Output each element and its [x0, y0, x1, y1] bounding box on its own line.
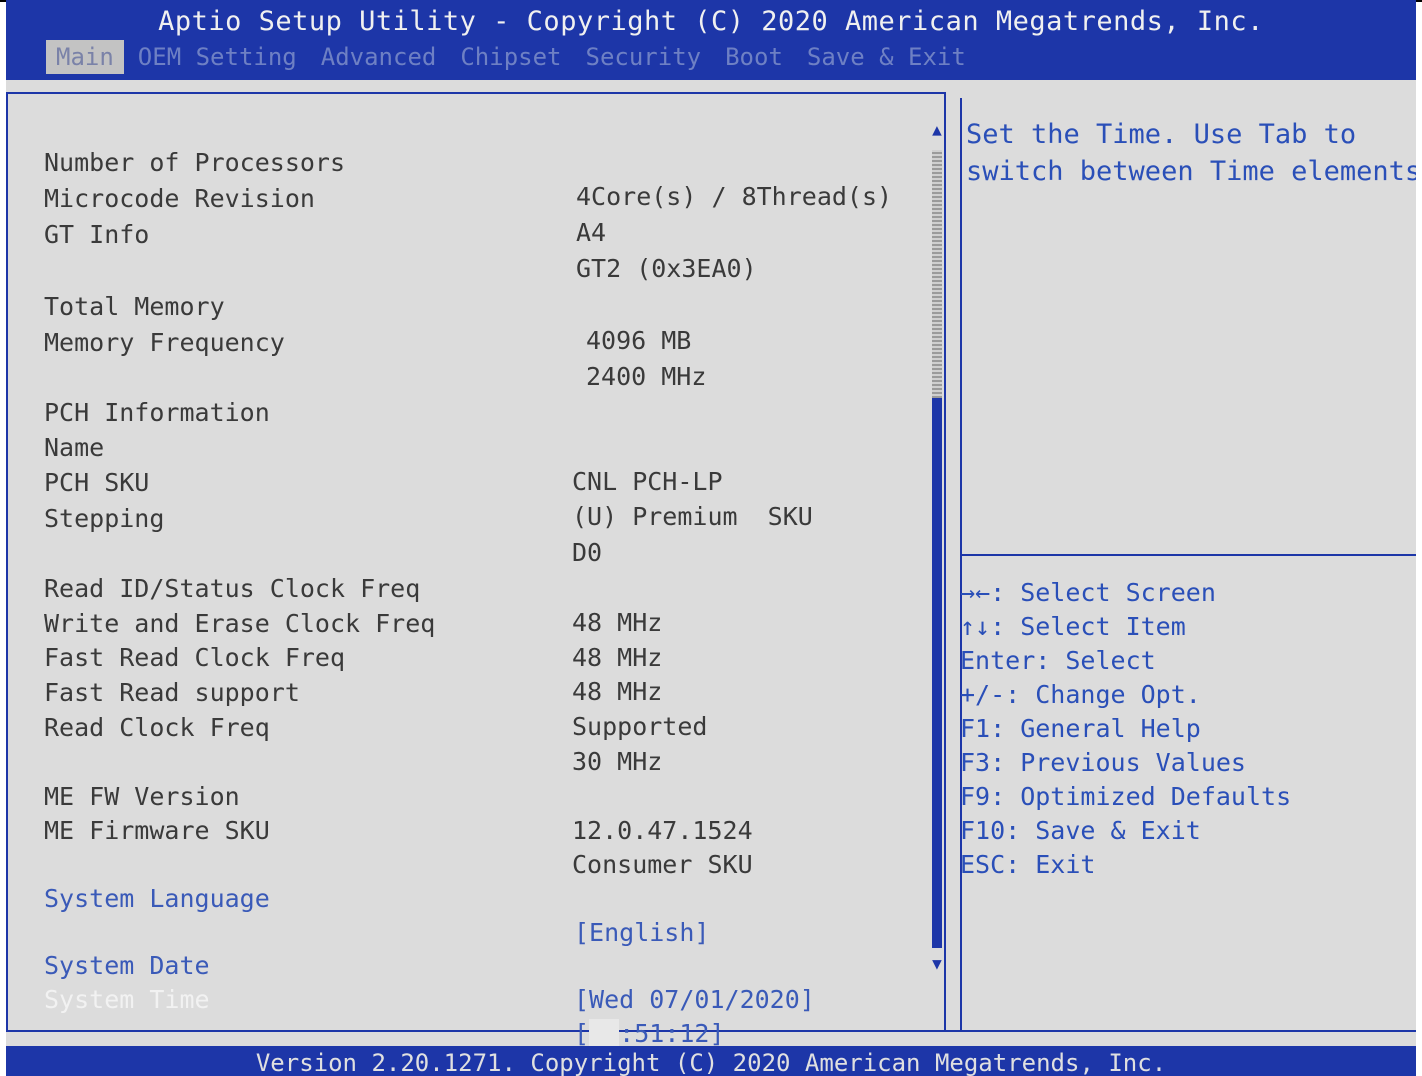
- panel-divider: [960, 98, 962, 1030]
- key-select-screen: →←: Select Screen: [960, 578, 1216, 607]
- row-value: A4: [576, 218, 607, 247]
- row-label: System Language: [44, 884, 270, 913]
- tab-advanced[interactable]: Advanced: [311, 40, 447, 74]
- tab-save-exit[interactable]: Save & Exit: [797, 40, 976, 74]
- row-value: 48 MHz: [572, 643, 663, 672]
- row-memory-frequency: Memory Frequency 2400 MHz: [6, 292, 706, 391]
- row-value: Supported: [572, 712, 708, 741]
- row-label: Stepping: [44, 504, 165, 533]
- row-read-id-status-clock-freq: Read ID/Status Clock Freq 48 MHz: [6, 538, 662, 637]
- scroll-track[interactable]: [932, 150, 942, 398]
- row-gt-info: GT Info GT2 (0x3EA0): [6, 184, 757, 283]
- row-fast-read-support: Fast Read support Supported: [6, 642, 707, 741]
- section-heading: PCH Information: [44, 398, 270, 427]
- key-change-opt: +/-: Change Opt.: [960, 680, 1201, 709]
- tab-boot[interactable]: Boot: [715, 40, 793, 74]
- row-label: Read ID/Status Clock Freq: [44, 574, 421, 603]
- row-label: Total Memory: [44, 292, 225, 321]
- tab-oem-setting[interactable]: OEM Setting: [128, 40, 307, 74]
- row-label: Read Clock Freq: [44, 713, 270, 742]
- tab-security[interactable]: Security: [576, 40, 712, 74]
- row-name: Name CNL PCH-LP: [6, 397, 723, 496]
- row-value: Consumer SKU: [572, 850, 753, 879]
- row-value: D0: [572, 538, 603, 567]
- row-value: 30 MHz: [572, 747, 663, 776]
- time-hour-field[interactable]: 13: [589, 1019, 620, 1048]
- row-label: System Time: [44, 985, 210, 1014]
- tab-main[interactable]: Main: [46, 40, 124, 74]
- row-me-firmware-sku: ME Firmware SKU Consumer SKU: [6, 780, 753, 879]
- row-write-erase-clock-freq: Write and Erase Clock Freq 48 MHz: [6, 573, 662, 672]
- version-text: Version 2.20.1271. Copyright (C) 2020 Am…: [255, 1049, 1167, 1076]
- time-rest: :51:12]: [619, 1019, 725, 1048]
- language-select[interactable]: [English]: [574, 916, 709, 950]
- key-previous-values: F3: Previous Values: [960, 748, 1246, 777]
- row-value: CNL PCH-LP: [572, 467, 723, 496]
- scroll-thumb[interactable]: [932, 398, 942, 948]
- row-fast-read-clock-freq: Fast Read Clock Freq 48 MHz: [6, 607, 662, 706]
- row-number-of-processors: Number of Processors 4Core(s) / 8Thread(…: [6, 112, 892, 211]
- row-label: Fast Read Clock Freq: [44, 643, 346, 672]
- header-bar: Aptio Setup Utility - Copyright (C) 2020…: [6, 0, 1416, 80]
- bios-screen: Aptio Setup Utility - Copyright (C) 2020…: [6, 0, 1416, 1076]
- utility-title: Aptio Setup Utility - Copyright (C) 2020…: [158, 6, 1264, 37]
- row-label: Write and Erase Clock Freq: [44, 609, 436, 638]
- scrollbar[interactable]: ▲ ▼: [928, 120, 946, 980]
- help-line: switch between Time elements.: [966, 156, 1416, 187]
- key-select-item: ↑↓: Select Item: [960, 612, 1186, 641]
- row-label: System Date: [44, 951, 210, 980]
- row-system-date[interactable]: System Date [Wed 07/01/2020]: [6, 915, 815, 1014]
- help-description: Set the Time. Use Tab to switch between T…: [966, 116, 1416, 190]
- row-me-fw-version: ME FW Version 12.0.47.1524: [6, 746, 753, 845]
- key-enter-select: Enter: Select: [960, 646, 1156, 675]
- row-system-language[interactable]: System Language [English]: [6, 848, 709, 947]
- time-bracket: [: [574, 1019, 590, 1048]
- row-value: 12.0.47.1524: [572, 816, 753, 845]
- section-pch-information: PCH Information: [6, 362, 270, 427]
- row-label: Fast Read support: [44, 678, 300, 707]
- key-esc-exit: ESC: Exit: [960, 850, 1096, 879]
- row-label: Memory Frequency: [44, 328, 285, 357]
- row-value: 48 MHz: [572, 677, 663, 706]
- row-label: ME FW Version: [44, 782, 240, 811]
- scroll-up-arrow-icon[interactable]: ▲: [928, 120, 946, 140]
- tab-chipset[interactable]: Chipset: [450, 40, 571, 74]
- row-value: 4096 MB: [586, 326, 692, 355]
- row-value: 48 MHz: [572, 608, 663, 637]
- row-microcode-revision: Microcode Revision A4: [6, 148, 606, 247]
- date-field[interactable]: [Wed 07/01/2020]: [574, 983, 815, 1017]
- row-value: GT2 (0x3EA0): [576, 254, 757, 283]
- scroll-down-arrow-icon[interactable]: ▼: [928, 954, 946, 974]
- row-value: 4Core(s) / 8Thread(s): [576, 182, 893, 211]
- row-system-time[interactable]: System Time [13:51:12]: [6, 949, 725, 1048]
- key-legend: →←: Select Screen ↑↓: Select Item Enter:…: [960, 576, 1410, 882]
- row-label: Microcode Revision: [44, 184, 315, 213]
- tab-bar: Main OEM Setting Advanced Chipset Securi…: [46, 40, 980, 74]
- row-label: GT Info: [44, 220, 150, 249]
- key-optimized-defaults: F9: Optimized Defaults: [960, 782, 1292, 811]
- key-general-help: F1: General Help: [960, 714, 1201, 743]
- row-value: (U) Premium SKU: [572, 502, 813, 531]
- row-total-memory: Total Memory 4096 MB: [6, 256, 691, 355]
- row-value: 2400 MHz: [586, 362, 707, 391]
- row-read-clock-freq: Read Clock Freq 30 MHz: [6, 677, 662, 776]
- help-line: Set the Time. Use Tab to: [966, 119, 1357, 150]
- key-save-exit: F10: Save & Exit: [960, 816, 1201, 845]
- footer-bar: Version 2.20.1271. Copyright (C) 2020 Am…: [6, 1046, 1416, 1076]
- help-separator: [960, 554, 1416, 556]
- row-label: Number of Processors: [44, 148, 346, 177]
- row-label: ME Firmware SKU: [44, 816, 270, 845]
- row-stepping: Stepping D0: [6, 468, 602, 567]
- row-pch-sku: PCH SKU (U) Premium SKU: [6, 432, 813, 531]
